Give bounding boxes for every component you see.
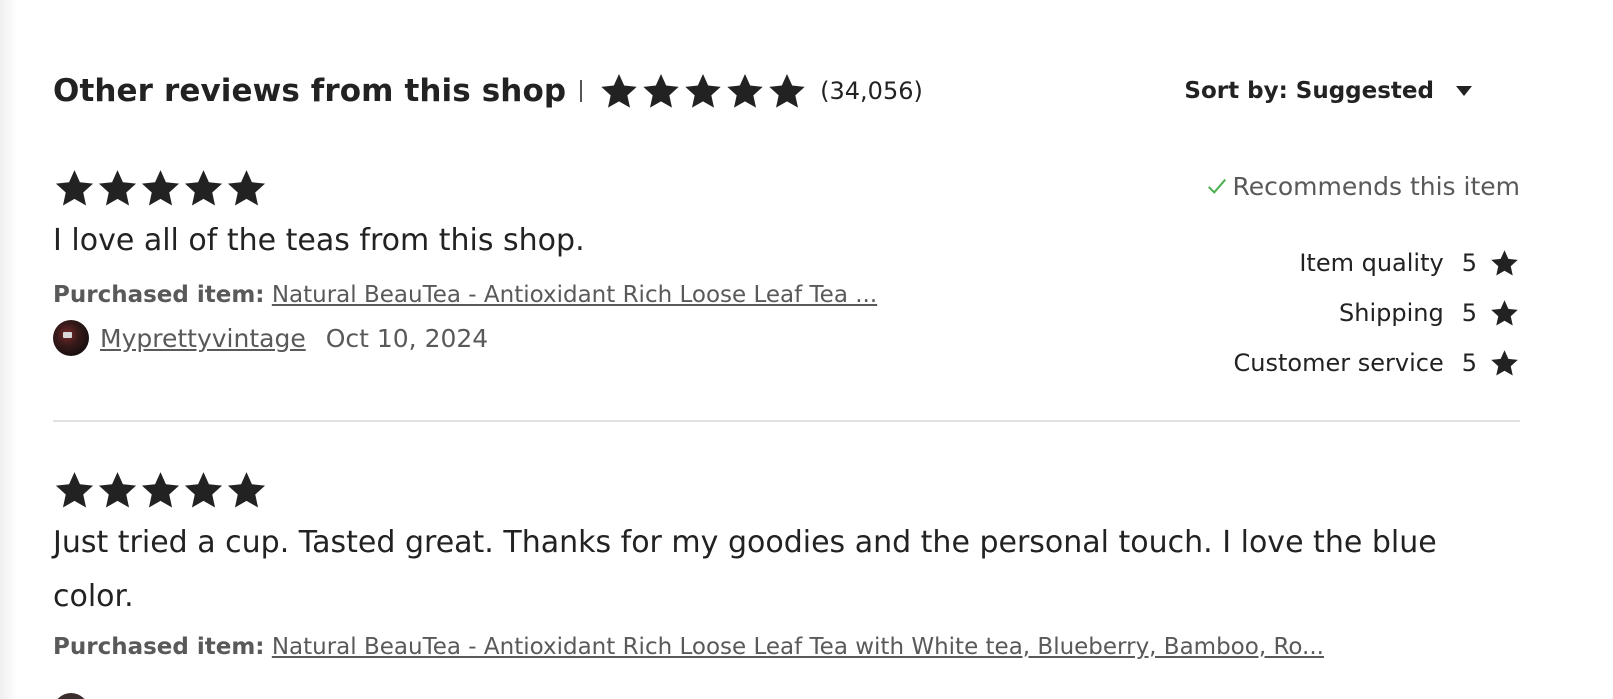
rating-value: 5: [1461, 299, 1477, 327]
star-icon: [141, 170, 180, 206]
rating-row-shipping: Shipping 5: [1100, 288, 1520, 338]
reviews-page: Other reviews from this shop (34,056) So…: [0, 0, 1613, 699]
recommends-label: Recommends this item: [1232, 171, 1521, 201]
star-icon: [184, 472, 223, 508]
reviews-header-title: Other reviews from this shop: [53, 73, 567, 109]
purchased-label: Purchased item:: [53, 282, 265, 308]
star-icon: [98, 170, 137, 206]
sort-dropdown[interactable]: Sort by: Suggested: [1184, 66, 1520, 116]
rating-label: Shipping: [1339, 299, 1444, 327]
review-item: Just tried a cup. Tasted great. Thanks f…: [53, 468, 1520, 699]
rating-row-item-quality: Item quality 5: [1100, 238, 1520, 288]
left-edge-shadow: [0, 0, 18, 699]
star-icon: [643, 74, 679, 108]
author-link[interactable]: Myprettyvintage: [100, 324, 306, 353]
star-icon: [1491, 300, 1518, 326]
purchased-label: Purchased item:: [53, 634, 265, 660]
check-icon: [1207, 178, 1226, 194]
purchased-item-link[interactable]: Natural BeauTea - Antioxidant Rich Loose…: [272, 282, 877, 308]
star-icon: [227, 170, 266, 206]
purchased-item-link[interactable]: Natural BeauTea - Antioxidant Rich Loose…: [272, 634, 1324, 660]
rating-label: Item quality: [1299, 249, 1444, 277]
sort-label: Sort by: Suggested: [1184, 78, 1434, 104]
rating-value: 5: [1461, 249, 1477, 277]
star-icon: [55, 170, 94, 206]
star-icon: [184, 170, 223, 206]
avatar[interactable]: [53, 320, 89, 356]
star-icon: [227, 472, 266, 508]
star-icon: [1491, 250, 1518, 276]
review-stars: [53, 468, 1520, 512]
star-icon: [601, 74, 637, 108]
reviews-header: Other reviews from this shop (34,056) So…: [53, 66, 1520, 116]
purchased-item: Purchased item: Natural BeauTea - Antiox…: [53, 282, 933, 308]
review-count: (34,056): [820, 77, 923, 105]
purchased-item: Purchased item: Natural BeauTea - Antiox…: [53, 634, 1418, 660]
review-ratings-panel: Recommends this item Item quality 5 Ship…: [1100, 166, 1520, 388]
review-text: Just tried a cup. Tasted great. Thanks f…: [53, 525, 1437, 614]
rating-row-customer-service: Customer service 5: [1100, 338, 1520, 388]
review-divider: [53, 420, 1520, 422]
review-item: I love all of the teas from this shop. P…: [53, 166, 1520, 421]
rating-label: Customer service: [1233, 349, 1444, 377]
shop-rating-stars: [598, 71, 808, 111]
star-icon: [55, 472, 94, 508]
recommends-badge: Recommends this item: [1100, 166, 1520, 206]
review-date: Oct 10, 2024: [325, 323, 489, 353]
header-divider: [580, 80, 583, 102]
star-icon: [769, 74, 805, 108]
star-icon: [141, 472, 180, 508]
star-icon: [98, 472, 137, 508]
rating-breakdown: Item quality 5 Shipping 5 Customer servi…: [1100, 238, 1520, 388]
star-icon: [685, 74, 721, 108]
rating-value: 5: [1461, 349, 1477, 377]
star-icon: [1491, 350, 1518, 376]
star-icon: [727, 74, 763, 108]
caret-down-icon: [1456, 86, 1472, 96]
